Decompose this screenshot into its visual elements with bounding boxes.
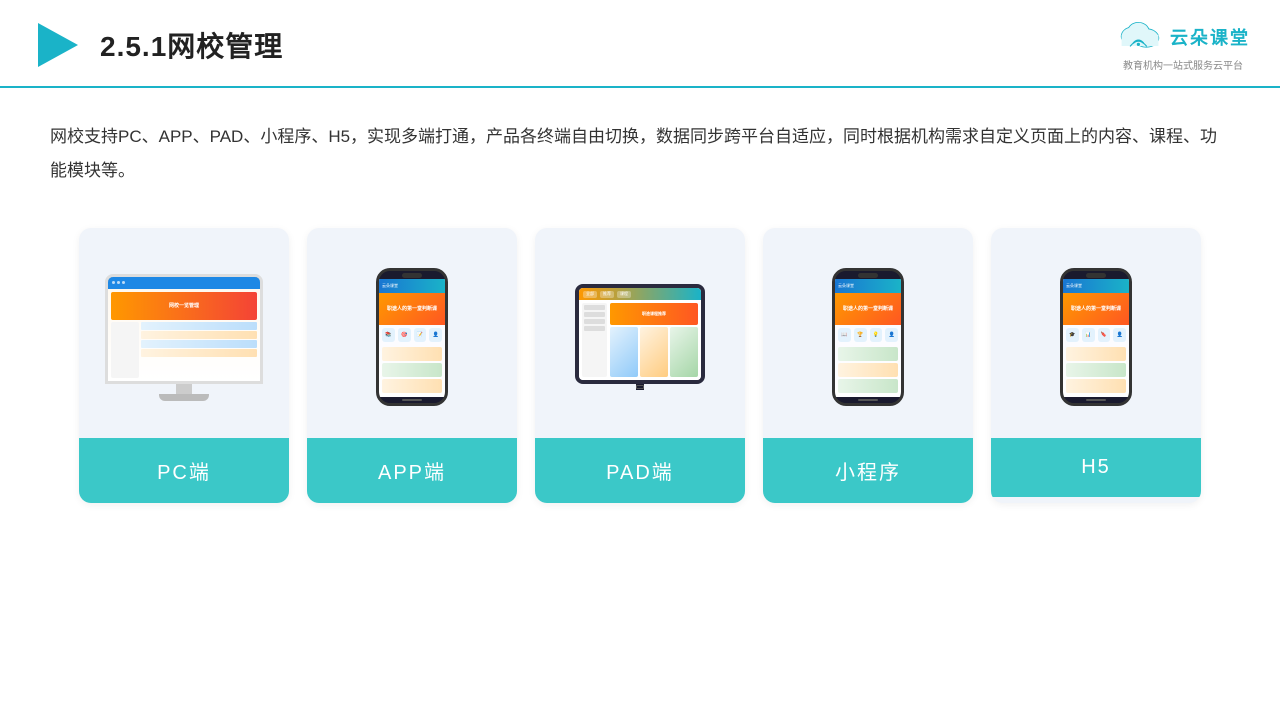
card-pc: 网校一览管理 [79,228,289,503]
monitor-body: 网校一览管理 [105,274,263,384]
card-pad: 全部 推荐 课程 职途课程推荐 [535,228,745,503]
description: 网校支持PC、APP、PAD、小程序、H5，实现多端打通，产品各终端自由切换，数… [0,88,1280,198]
card-image-pad: 全部 推荐 课程 职途课程推荐 [535,228,745,438]
logo-cloud: 云朵课堂 [1116,18,1250,55]
card-miniapp: 云朵课堂 职途人的第一堂判断课 📖 🏆 💡 👤 [763,228,973,503]
cloud-icon [1116,18,1164,55]
card-label-pc: PC端 [79,438,289,503]
page-title: 2.5.1网校管理 [100,25,283,65]
phone-mockup-h5: 云朵课堂 职途人的第一堂判断课 🎓 📊 🔖 👤 [1060,268,1132,406]
card-label-h5: H5 [991,438,1201,497]
tablet-mockup: 全部 推荐 课程 职途课程推荐 [575,284,705,390]
logo-sub: 教育机构一站式服务云平台 [1123,57,1243,72]
card-image-app: 云朵课堂 职途人的第一堂判断课 📚 🎯 📝 👤 [307,228,517,438]
card-label-pad: PAD端 [535,438,745,503]
header-left: 2.5.1网校管理 [30,19,283,71]
card-app: 云朵课堂 职途人的第一堂判断课 📚 🎯 📝 👤 [307,228,517,503]
card-label-app: APP端 [307,438,517,503]
logo-text: 云朵课堂 [1170,24,1250,50]
header: 2.5.1网校管理 [0,0,1280,88]
pc-monitor: 网校一览管理 [105,274,263,401]
play-icon [30,19,82,71]
cards-container: 网校一览管理 [0,198,1280,523]
phone-mockup-app: 云朵课堂 职途人的第一堂判断课 📚 🎯 📝 👤 [376,268,448,406]
card-image-miniapp: 云朵课堂 职途人的第一堂判断课 📖 🏆 💡 👤 [763,228,973,438]
description-text: 网校支持PC、APP、PAD、小程序、H5，实现多端打通，产品各终端自由切换，数… [50,127,1217,180]
card-image-pc: 网校一览管理 [79,228,289,438]
card-label-miniapp: 小程序 [763,438,973,503]
card-h5: 云朵课堂 职途人的第一堂判断课 🎓 📊 🔖 👤 [991,228,1201,503]
phone-mockup-miniapp: 云朵课堂 职途人的第一堂判断课 📖 🏆 💡 👤 [832,268,904,406]
logo-area: 云朵课堂 教育机构一站式服务云平台 [1116,18,1250,72]
card-image-h5: 云朵课堂 职途人的第一堂判断课 🎓 📊 🔖 👤 [991,228,1201,438]
monitor-screen: 网校一览管理 [108,277,260,381]
